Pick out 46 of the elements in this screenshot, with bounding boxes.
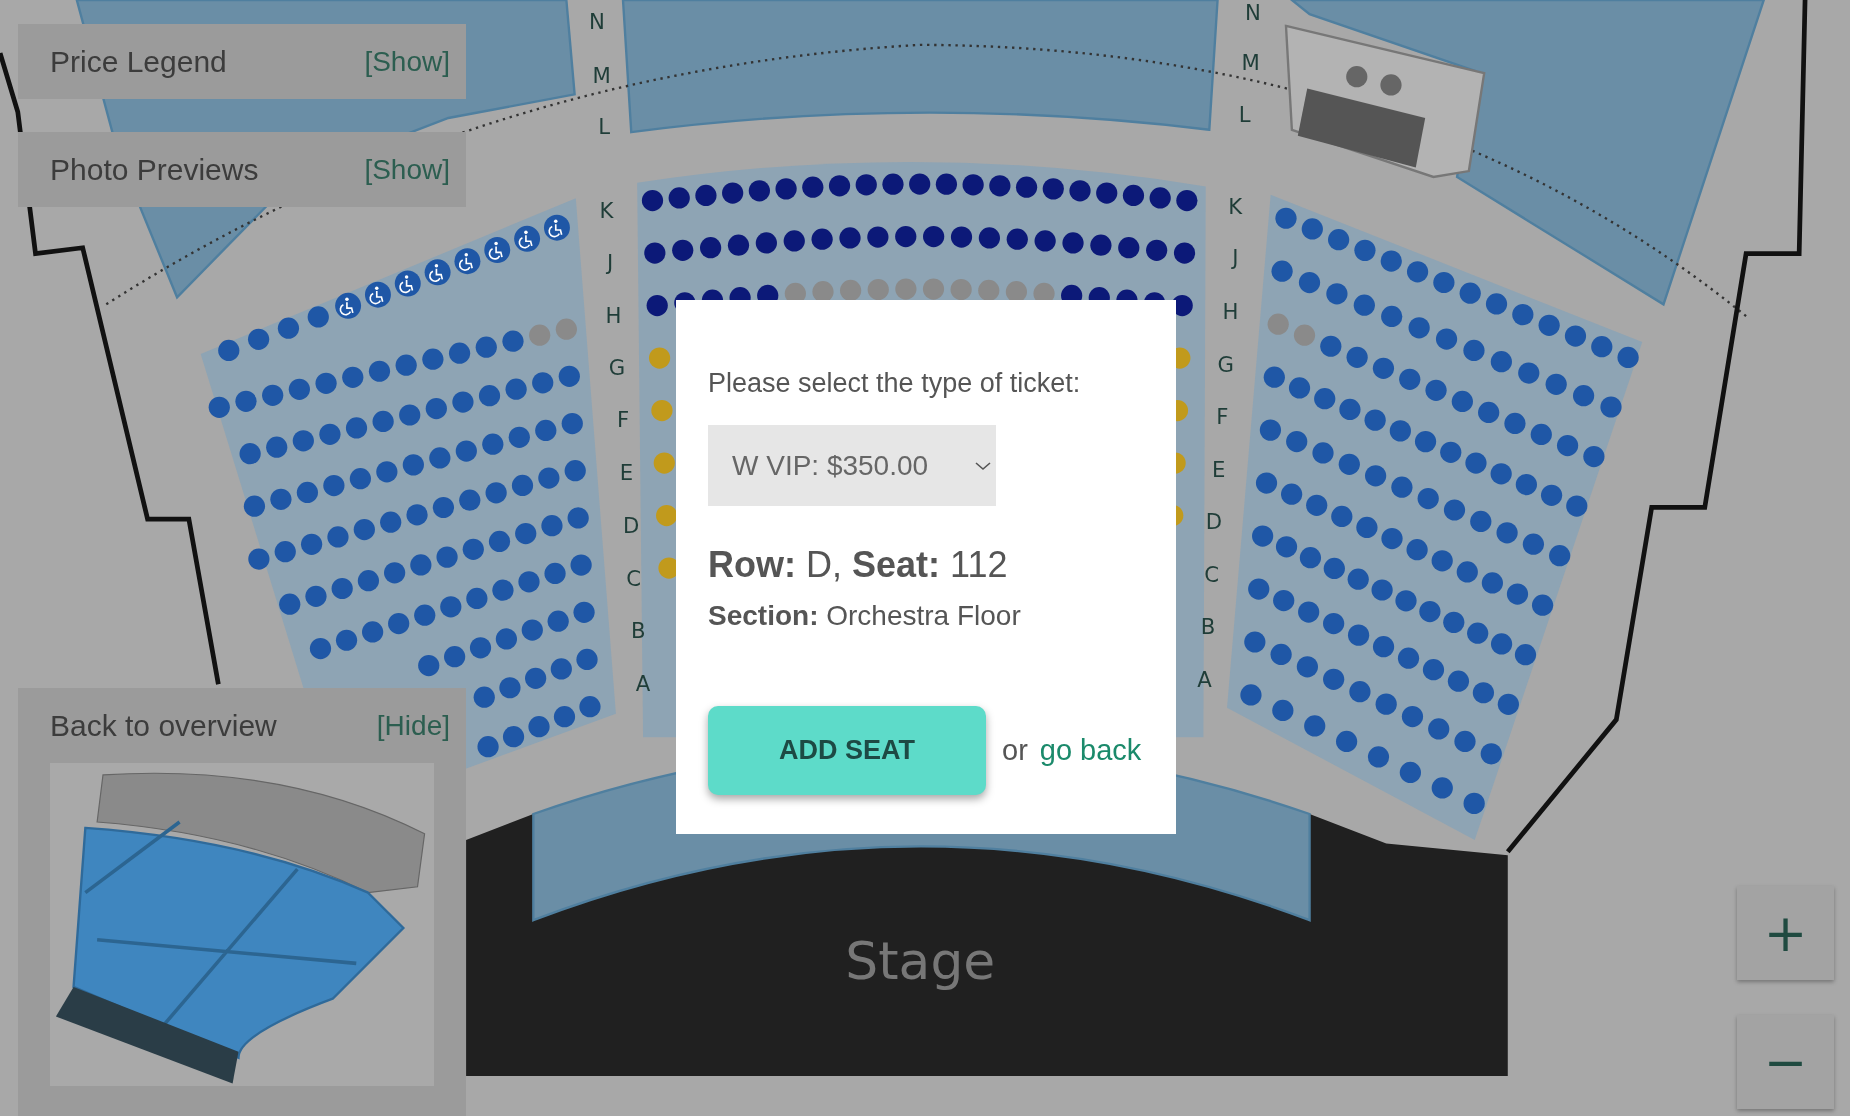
- panel-title: Photo Previews: [50, 152, 259, 187]
- section-info: Section: Orchestra Floor: [708, 600, 1022, 632]
- toggle-link[interactable]: [Hide]: [376, 709, 450, 742]
- row-label: J: [1232, 245, 1239, 271]
- row-label: D: [1205, 508, 1223, 534]
- seat-info: Row: D, Seat: 112: [708, 544, 1009, 586]
- toggle-link[interactable]: [Show]: [364, 45, 450, 78]
- row-label: K: [599, 198, 614, 224]
- row-label: G: [1217, 351, 1235, 377]
- row-label: A: [1197, 666, 1212, 692]
- row-label: B: [1200, 613, 1216, 639]
- row-label: F: [1216, 403, 1229, 429]
- caret-icon: [974, 459, 992, 472]
- panel-title: Back to overview: [50, 708, 277, 743]
- venue-overview-drawing[interactable]: [50, 763, 434, 1086]
- zoom-in-button[interactable]: +: [1737, 886, 1834, 980]
- row-label: K: [1228, 193, 1243, 219]
- row-label: G: [608, 355, 626, 381]
- prompt-text: Please select the type of ticket:: [708, 368, 1082, 399]
- toggle-link[interactable]: [Show]: [364, 153, 450, 186]
- ticket-type-dropdown[interactable]: W VIP: $350.00: [708, 425, 996, 506]
- row-label: M: [1241, 49, 1260, 75]
- stage-label: Stage: [845, 931, 996, 992]
- row-label: H: [1222, 298, 1239, 324]
- chair-shape: [1380, 74, 1402, 96]
- row-label: D: [623, 513, 640, 539]
- row-label: N: [1245, 0, 1261, 26]
- row-label: E: [1212, 456, 1226, 482]
- row-label: A: [635, 671, 651, 697]
- row-label: E: [619, 460, 634, 486]
- row-label: H: [605, 303, 622, 329]
- row-label: L: [1238, 101, 1251, 127]
- zoom-out-button[interactable]: −: [1737, 1015, 1834, 1109]
- add-seat-button[interactable]: ADD SEAT: [708, 706, 986, 795]
- row-label: L: [598, 114, 611, 140]
- row-label: C: [626, 566, 642, 592]
- panel-title: Price Legend: [50, 44, 227, 79]
- row-label: F: [616, 407, 630, 433]
- go-back-link[interactable]: go back: [1039, 734, 1142, 767]
- row-label: B: [631, 618, 646, 644]
- chair-shape: [1346, 66, 1368, 88]
- row-label: N: [589, 9, 605, 35]
- row-label: J: [606, 250, 614, 276]
- row-label: M: [592, 62, 611, 88]
- row-label: C: [1204, 561, 1220, 587]
- or-text: or: [1002, 734, 1028, 767]
